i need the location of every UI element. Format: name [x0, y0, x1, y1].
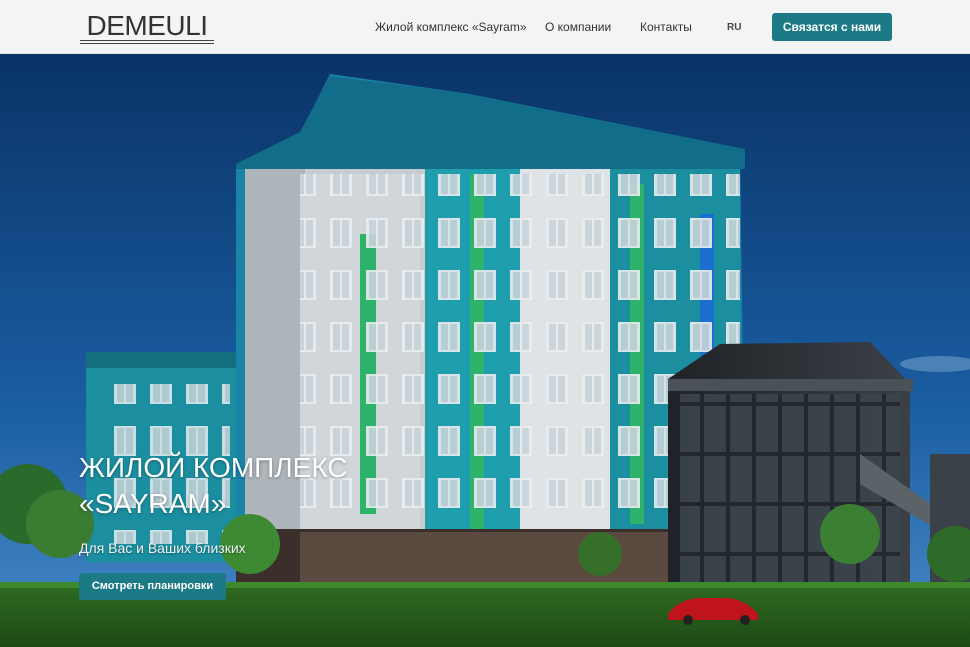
logo-underline	[80, 40, 214, 41]
demeuli-logo[interactable]: DEMEULI	[80, 8, 214, 46]
hero-section: ЖИЛОЙ КОМПЛЕКС «SAYRAM» Для Вас и Ваших …	[0, 54, 970, 647]
nav-link-sayram[interactable]: Жилой комплекс «Sayram»	[375, 20, 527, 34]
language-switcher[interactable]: RU	[727, 22, 741, 34]
hero-title: ЖИЛОЙ КОМПЛЕКС «SAYRAM»	[79, 452, 348, 519]
view-floorplans-button[interactable]: Смотреть планировки	[79, 573, 226, 600]
site-header: DEMEULI Жилой комплекс «Sayram» О компан…	[0, 0, 970, 54]
contact-us-button[interactable]: Связатся с нами	[772, 13, 892, 41]
logo-underline	[80, 43, 214, 44]
nav-link-about[interactable]: О компании	[545, 20, 611, 34]
logo-text: DEMEULI	[86, 10, 208, 41]
nav-link-contacts[interactable]: Контакты	[640, 20, 692, 34]
hero-subtitle: Для Вас и Ваших близких	[79, 540, 246, 556]
hero-background-image	[0, 54, 970, 647]
